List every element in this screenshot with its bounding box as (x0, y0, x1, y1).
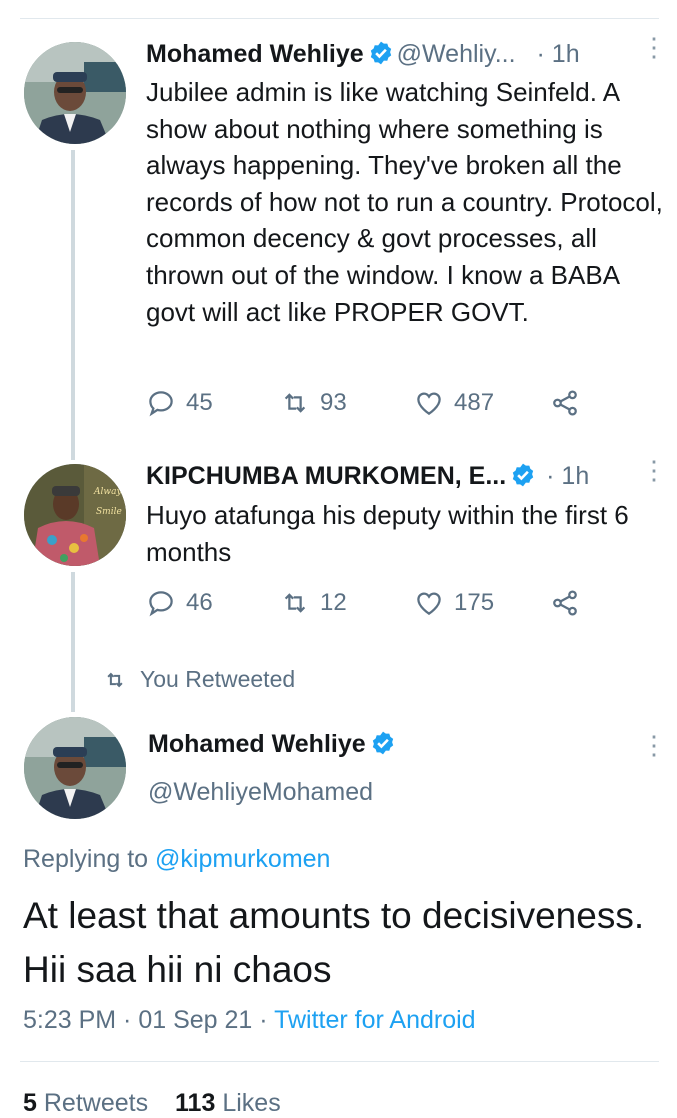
tweet-time: · 1h (546, 462, 590, 490)
likes-stat[interactable]: 113 Likes (175, 1089, 281, 1117)
tweet-text: Jubilee admin is like watching Seinfeld.… (146, 77, 663, 327)
retweeted-label: You Retweeted (140, 666, 296, 692)
avatar[interactable] (24, 42, 126, 144)
retweet-count: 93 (320, 389, 347, 416)
retweets-label: Retweets (43, 1089, 149, 1117)
avatar-photo-icon (24, 717, 126, 819)
likes-label: Likes (222, 1089, 281, 1117)
svg-text:Always: Always (93, 487, 126, 497)
verified-badge-icon (370, 41, 391, 65)
share-button[interactable] (550, 388, 580, 418)
reply-icon (149, 591, 173, 617)
retweet-count: 12 (320, 589, 347, 616)
retweets-count: 5 (23, 1089, 37, 1117)
more-options-icon[interactable]: ⋮ (641, 732, 667, 758)
thread-line (71, 150, 75, 460)
top-divider (20, 18, 659, 19)
author-name-text: Mohamed Wehliye (148, 730, 366, 758)
avatar[interactable]: Always Smile (24, 464, 126, 566)
share-icon (553, 590, 577, 616)
author-name[interactable]: KIPCHUMBA MURKOMEN, E... (146, 462, 506, 490)
retweet-icon (107, 672, 123, 687)
author-handle[interactable]: @WehliyeMohamed (148, 778, 373, 807)
reply-button[interactable]: 45 (146, 388, 213, 418)
retweet-button[interactable]: 93 (280, 388, 347, 418)
reply-count: 46 (186, 589, 213, 616)
author-handle[interactable]: @Wehliy... (397, 40, 516, 68)
retweet-icon (284, 393, 306, 413)
author-name[interactable]: Mohamed Wehliye (148, 730, 399, 759)
stats-divider (20, 1061, 659, 1062)
author-name[interactable]: Mohamed Wehliye (146, 40, 364, 68)
verified-badge-icon (513, 463, 534, 487)
tweet-header: KIPCHUMBA MURKOMEN, E... · 1h (146, 460, 589, 492)
retweeted-indicator: You Retweeted (104, 666, 295, 693)
more-options-icon[interactable]: ⋮ (641, 34, 667, 60)
likes-count: 113 (175, 1089, 216, 1117)
tweet-header: Mohamed Wehliye @Wehliy... · 1h (146, 38, 580, 70)
svg-text:Smile: Smile (96, 507, 122, 517)
tweet-time: · 1h (536, 40, 580, 68)
like-count: 487 (454, 389, 495, 416)
share-icon (553, 390, 577, 416)
reply-icon (149, 391, 173, 417)
like-count: 175 (454, 589, 495, 616)
share-button[interactable] (550, 588, 580, 618)
avatar-photo-icon (24, 42, 126, 144)
heart-icon (417, 592, 441, 615)
verified-badge-icon (372, 731, 393, 755)
like-button[interactable]: 175 (414, 588, 494, 618)
like-button[interactable]: 487 (414, 388, 494, 418)
more-options-icon[interactable]: ⋮ (641, 457, 667, 483)
retweet-icon (284, 593, 306, 613)
reply-button[interactable]: 46 (146, 588, 213, 618)
source-link[interactable]: Twitter for Android (274, 1006, 475, 1034)
tweet-text: Huyo atafunga his deputy within the firs… (146, 500, 629, 567)
avatar-photo-icon: Always Smile (24, 464, 126, 566)
reply-target-link[interactable]: @kipmurkomen (155, 845, 330, 873)
replying-prefix: Replying to (23, 845, 149, 873)
reply-count: 45 (186, 389, 213, 416)
retweet-button[interactable]: 12 (280, 588, 347, 618)
thread-line (71, 572, 75, 712)
avatar[interactable] (24, 717, 126, 819)
heart-icon (417, 392, 441, 415)
retweets-stat[interactable]: 5 Retweets (23, 1089, 148, 1117)
tweet-timestamp: 5:23 PM · 01 Sep 21 · Twitter for Androi… (23, 1006, 476, 1035)
replying-to: Replying to @kipmurkomen (23, 845, 330, 874)
tweet-stats: 5 Retweets 113 Likes (23, 1089, 281, 1118)
timestamp-text: 5:23 PM · 01 Sep 21 · (23, 1006, 268, 1034)
tweet-text: At least that amounts to decisiveness. H… (23, 895, 645, 990)
